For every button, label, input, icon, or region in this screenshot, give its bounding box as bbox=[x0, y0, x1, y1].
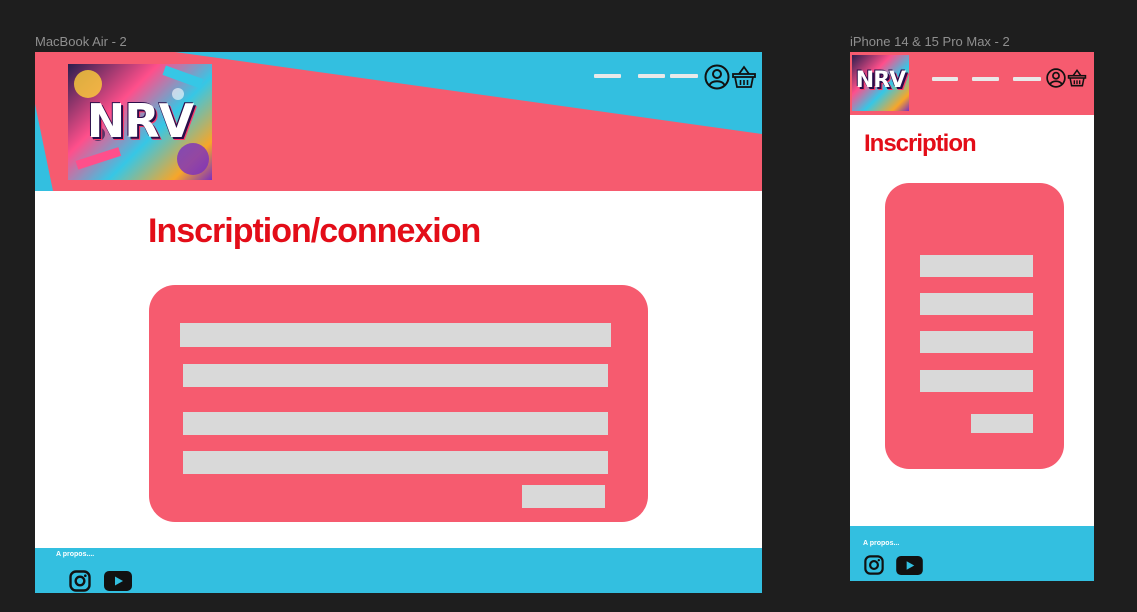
basket-icon[interactable] bbox=[731, 64, 757, 90]
auth-form-card-mobile bbox=[885, 183, 1064, 469]
about-link-mobile[interactable]: A propos... bbox=[863, 540, 899, 547]
logo-mobile[interactable]: NRV bbox=[852, 55, 909, 111]
desktop-footer: A propos.... bbox=[35, 548, 762, 593]
mobile-footer: A propos... bbox=[850, 526, 1094, 581]
nav-item-2[interactable] bbox=[638, 74, 665, 78]
form-field-2[interactable] bbox=[183, 364, 608, 387]
form-field-mobile-3[interactable] bbox=[920, 331, 1033, 353]
form-field-3[interactable] bbox=[183, 412, 608, 435]
instagram-icon[interactable] bbox=[864, 555, 884, 575]
logo[interactable]: NRV bbox=[68, 64, 212, 180]
submit-button[interactable] bbox=[522, 485, 605, 508]
auth-form-card bbox=[149, 285, 648, 522]
nav-item-mobile-1[interactable] bbox=[932, 77, 958, 81]
desktop-header: NRV bbox=[35, 52, 762, 191]
desktop-frame: NRV Inscription/connexion A propos.... bbox=[35, 52, 762, 593]
mobile-frame: NRV Inscription A propos... bbox=[850, 52, 1094, 581]
nav-item-mobile-2[interactable] bbox=[972, 77, 999, 81]
nav-item-mobile-3[interactable] bbox=[1013, 77, 1041, 81]
page-title-mobile: Inscription bbox=[864, 130, 977, 157]
form-field-4[interactable] bbox=[183, 451, 608, 474]
form-field-mobile-4[interactable] bbox=[920, 370, 1033, 392]
page-title: Inscription/connexion bbox=[148, 212, 481, 250]
form-field-1[interactable] bbox=[180, 323, 611, 347]
logo-mobile-text: NRV bbox=[855, 68, 906, 93]
user-circle-icon[interactable] bbox=[704, 64, 730, 90]
logo-text: NRV bbox=[86, 94, 195, 148]
mobile-header: NRV bbox=[850, 52, 1094, 115]
form-field-mobile-1[interactable] bbox=[920, 255, 1033, 277]
youtube-icon[interactable] bbox=[104, 571, 132, 591]
instagram-icon[interactable] bbox=[69, 570, 91, 592]
nav-item-3[interactable] bbox=[670, 74, 698, 78]
youtube-icon[interactable] bbox=[896, 556, 923, 575]
frame-label-mobile: iPhone 14 & 15 Pro Max - 2 bbox=[850, 34, 1010, 49]
form-field-mobile-2[interactable] bbox=[920, 293, 1033, 315]
basket-icon[interactable] bbox=[1067, 68, 1087, 88]
frame-label-desktop: MacBook Air - 2 bbox=[35, 34, 127, 49]
nav-item-1[interactable] bbox=[594, 74, 621, 78]
user-circle-icon[interactable] bbox=[1046, 68, 1066, 88]
submit-button-mobile[interactable] bbox=[971, 414, 1033, 433]
about-link[interactable]: A propos.... bbox=[56, 551, 94, 558]
